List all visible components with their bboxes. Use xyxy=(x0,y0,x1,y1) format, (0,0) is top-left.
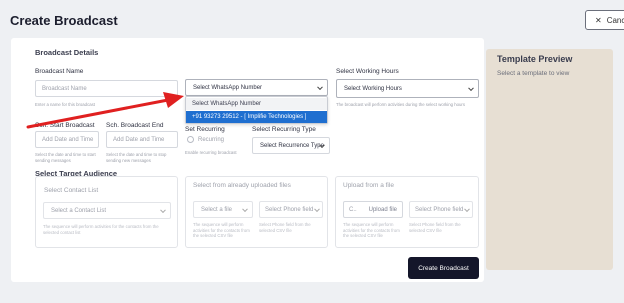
annotation-arrow xyxy=(26,92,184,129)
red-arrow-icon xyxy=(26,92,184,129)
